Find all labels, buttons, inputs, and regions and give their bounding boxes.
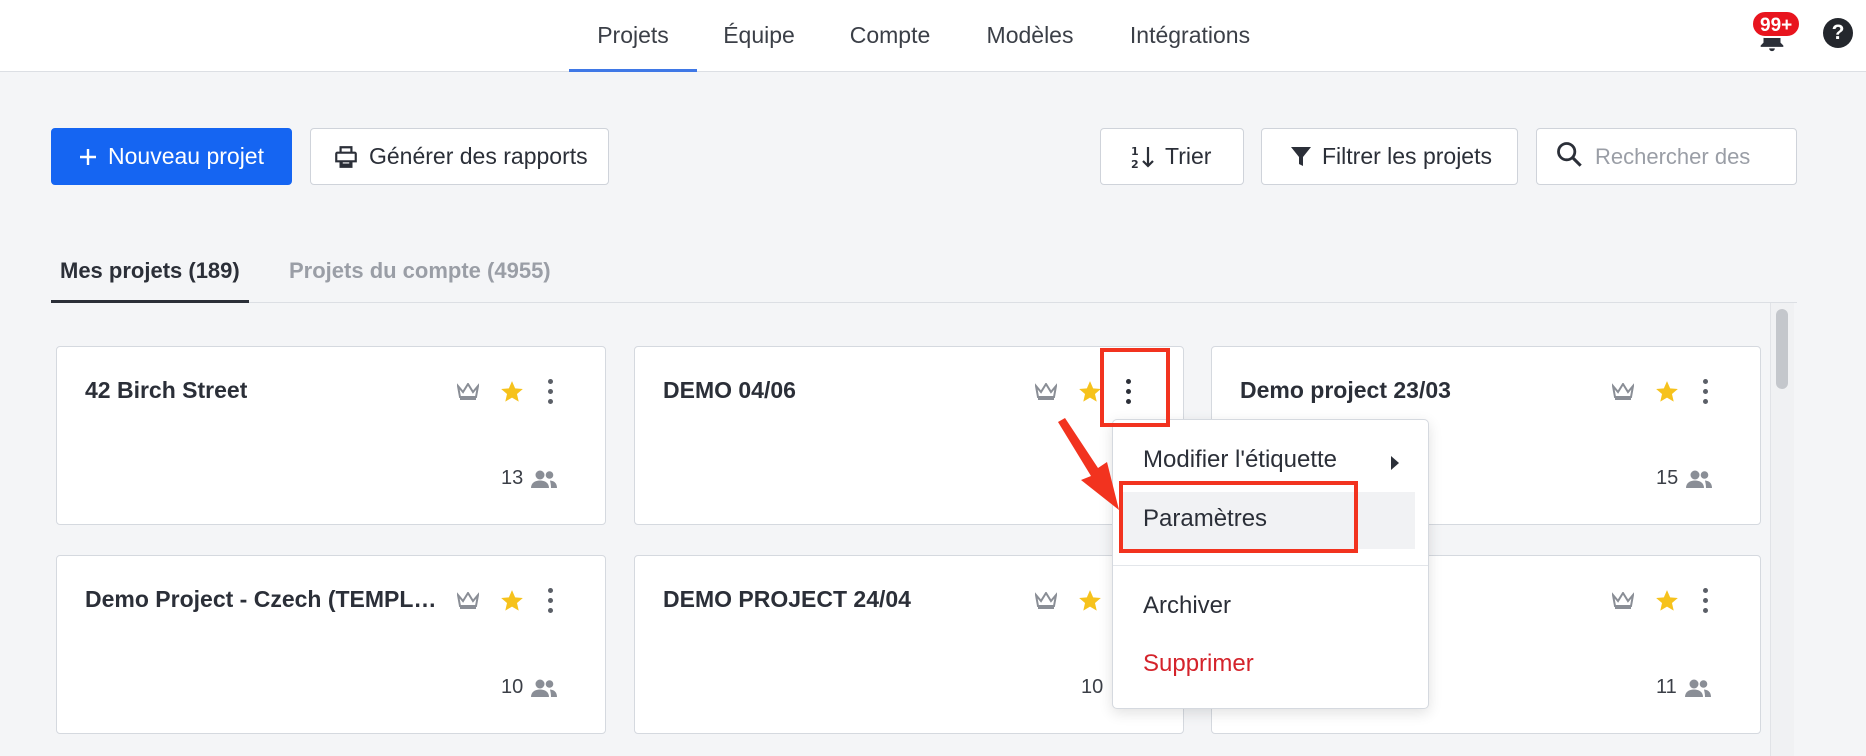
star-icon[interactable] [499,588,525,619]
more-options-icon[interactable] [1698,377,1714,407]
printer-icon [333,144,359,170]
project-title[interactable]: DEMO 04/06 [663,377,796,404]
submenu-arrow-icon [1391,456,1399,470]
tab-my-projects[interactable]: Mes projets (189) [51,258,249,303]
member-count: 15 [1656,467,1713,490]
annotation-highlight-kebab [1100,348,1170,427]
notifications-badge: 99+ [1751,10,1802,38]
menu-item-archive[interactable]: Archiver [1113,592,1428,620]
project-title[interactable]: Demo project 23/03 [1240,377,1451,404]
star-icon[interactable] [1077,588,1103,619]
new-project-button[interactable]: Nouveau projet [51,128,292,185]
member-count-value: 10 [1081,676,1104,698]
people-icon [531,470,558,488]
menu-item-edit-label-text: Modifier l'étiquette [1143,446,1338,473]
member-count: 13 [501,467,558,490]
annotation-arrow-icon [1058,418,1119,510]
people-icon [1686,470,1713,488]
menu-item-delete-text: Supprimer [1143,650,1254,677]
member-count-value: 11 [1656,676,1677,698]
nav-tab-projets[interactable]: Projets [569,0,697,72]
crown-icon [1611,382,1635,406]
menu-item-archive-text: Archiver [1143,592,1232,619]
crown-icon [1034,591,1058,615]
star-icon[interactable] [499,379,525,410]
tab-account-projects[interactable]: Projets du compte (4955) [289,258,551,303]
scrollbar-thumb[interactable] [1776,309,1788,389]
crown-icon [1611,591,1635,615]
search-box[interactable] [1536,128,1797,185]
crown-icon [1034,382,1058,406]
nav-tab-equipe[interactable]: Équipe [712,0,806,72]
more-options-icon[interactable] [1698,586,1714,616]
project-card[interactable]: DEMO PROJECT 24/04 10 [634,555,1184,734]
sort-label: Trier [1165,143,1212,169]
top-nav-bar: Projets Équipe Compte Modèles Intégratio… [0,0,1866,72]
menu-item-edit-label[interactable]: Modifier l'étiquette [1113,446,1428,474]
project-title[interactable]: Demo Project - Czech (TEMPLAT… [85,586,445,613]
more-options-icon[interactable] [543,586,559,616]
member-count-value: 10 [501,676,524,698]
filter-projects-label: Filtrer les projets [1322,143,1492,169]
sort-icon: 12 [1131,144,1155,170]
project-title[interactable]: DEMO PROJECT 24/04 [663,586,911,613]
filter-icon [1290,145,1312,169]
generate-reports-button[interactable]: Générer des rapports [310,128,609,185]
project-card[interactable]: Demo Project - Czech (TEMPLAT… 10 [56,555,606,734]
project-title[interactable]: 42 Birch Street [85,377,247,404]
nav-tab-modeles[interactable]: Modèles [980,0,1080,72]
new-project-label: Nouveau projet [108,143,264,169]
people-icon [531,679,558,697]
svg-text:2: 2 [1131,158,1139,170]
project-card[interactable]: 42 Birch Street 13 [56,346,606,525]
member-count: 10 [1081,676,1103,699]
context-menu: Modifier l'étiquette Paramètres Archiver… [1112,419,1429,709]
menu-item-delete[interactable]: Supprimer [1113,650,1428,678]
crown-icon [456,591,480,615]
people-icon [1684,679,1711,697]
member-count-value: 15 [1656,467,1679,489]
svg-text:1: 1 [1131,145,1139,158]
annotation-highlight-settings [1119,481,1358,553]
menu-divider [1113,565,1428,566]
more-options-icon[interactable] [543,377,559,407]
search-input[interactable] [1595,143,1785,170]
sort-button[interactable]: 12 Trier [1100,128,1244,185]
crown-icon [456,382,480,406]
star-icon[interactable] [1654,379,1680,410]
member-count-value: 13 [501,467,524,489]
help-icon[interactable]: ? [1823,18,1853,48]
member-count: 11 [1656,676,1711,699]
generate-reports-label: Générer des rapports [369,143,588,169]
nav-tab-integrations[interactable]: Intégrations [1120,0,1260,72]
scrollbar[interactable] [1770,303,1794,756]
star-icon[interactable] [1654,588,1680,619]
member-count: 10 [501,676,558,699]
filter-projects-button[interactable]: Filtrer les projets [1261,128,1518,185]
plus-icon [78,147,98,167]
search-icon [1555,140,1583,173]
nav-tab-compte[interactable]: Compte [840,0,940,72]
